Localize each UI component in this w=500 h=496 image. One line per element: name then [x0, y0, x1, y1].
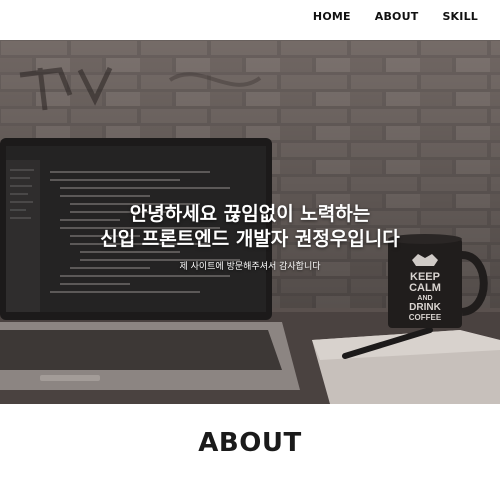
hero-section: KEEP CALM AND DRINK COFFEE 안녕하세요 끊임없이 노력…: [0, 40, 500, 404]
mug-text-calm: CALM: [409, 282, 441, 294]
nav-link-skill[interactable]: SKILL: [442, 10, 478, 23]
about-section-title: ABOUT: [198, 428, 302, 458]
nav-link-about[interactable]: ABOUT: [375, 10, 419, 23]
top-navbar: HOME ABOUT SKILL: [0, 0, 500, 40]
nav-links: HOME ABOUT SKILL: [313, 10, 478, 23]
nav-link-home[interactable]: HOME: [313, 10, 351, 23]
hero-subtitle: 제 사이트에 방문해주셔서 감사합니다: [179, 262, 321, 272]
hero-text-block: 안녕하세요 끊임없이 노력하는 신입 프론트엔드 개발자 권정우입니다 제 사이…: [0, 202, 500, 273]
mug-text-coffee: COFFEE: [408, 313, 442, 322]
hero-headline-line-2: 신입 프론트엔드 개발자 권정우입니다: [100, 228, 400, 250]
mug-print: KEEP CALM AND DRINK COFFEE: [392, 272, 458, 323]
mug-text-drink: DRINK: [409, 302, 441, 313]
hero-headline-line-1: 안녕하세요 끊임없이 노력하는: [129, 203, 371, 225]
